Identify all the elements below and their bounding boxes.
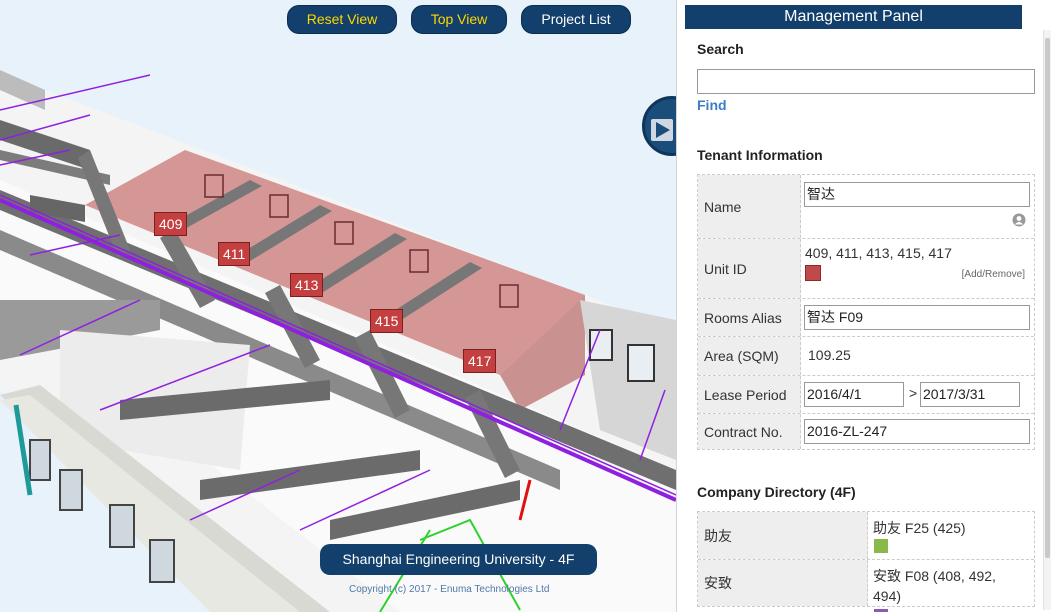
play-triangle-icon bbox=[651, 119, 673, 141]
rooms-alias-label: Rooms Alias bbox=[698, 299, 801, 336]
unit-id-list: 409, 411, 413, 415, 417 bbox=[805, 245, 952, 261]
top-view-button[interactable]: Top View bbox=[411, 5, 507, 34]
management-panel: Management Panel Search Find Tenant Info… bbox=[676, 0, 1051, 612]
company-name: 安致 bbox=[698, 560, 868, 606]
lease-period-label: Lease Period bbox=[698, 376, 801, 413]
tenant-row-lease: Lease Period 2016/4/1 > 2017/3/31 bbox=[698, 375, 1034, 413]
search-input[interactable] bbox=[697, 69, 1035, 94]
tenant-row-contract: Contract No. 2016-ZL-247 bbox=[698, 413, 1034, 449]
tenant-section-title: Tenant Information bbox=[697, 147, 823, 163]
tenant-row-area: Area (SQM) 109.25 bbox=[698, 336, 1034, 375]
room-label-415[interactable]: 415 bbox=[370, 309, 404, 333]
tenant-row-unit: Unit ID 409, 411, 413, 415, 417 [Add/Rem… bbox=[698, 238, 1034, 298]
person-icon[interactable] bbox=[1012, 213, 1026, 227]
floor-3d-viewport[interactable]: Reset View Top View Project List 409 411… bbox=[0, 0, 676, 612]
panel-scrollbar[interactable] bbox=[1043, 30, 1051, 610]
company-name: 助友 bbox=[698, 512, 868, 559]
directory-row[interactable]: 安致 安致 F08 (408, 492, 494) bbox=[698, 559, 1034, 612]
lease-end-field[interactable]: 2017/3/31 bbox=[920, 382, 1020, 407]
room-label-417[interactable]: 417 bbox=[463, 349, 497, 373]
tenant-info-table: Name 智达 Unit ID 409, 411, 413, 415, 417 … bbox=[697, 174, 1035, 450]
area-label: Area (SQM) bbox=[698, 337, 801, 375]
project-list-button[interactable]: Project List bbox=[521, 5, 631, 34]
unit-color-swatch[interactable] bbox=[805, 265, 821, 281]
unit-id-label: Unit ID bbox=[698, 239, 801, 298]
company-info: 助友 F25 (425) bbox=[873, 520, 966, 536]
panel-title: Management Panel bbox=[685, 5, 1022, 29]
room-label-411[interactable]: 411 bbox=[218, 242, 251, 266]
company-color-swatch bbox=[874, 539, 888, 553]
find-link[interactable]: Find bbox=[697, 97, 727, 113]
building-floor-model[interactable] bbox=[0, 0, 676, 612]
name-label: Name bbox=[698, 175, 801, 238]
contract-no-label: Contract No. bbox=[698, 414, 801, 449]
tenant-row-alias: Rooms Alias 智达 F09 bbox=[698, 298, 1034, 336]
company-info: 安致 F08 (408, 492, 494) bbox=[873, 568, 996, 604]
tenant-name-field[interactable]: 智达 bbox=[804, 182, 1030, 207]
scrollbar-thumb[interactable] bbox=[1045, 38, 1050, 558]
rooms-alias-field[interactable]: 智达 F09 bbox=[804, 305, 1030, 330]
company-directory-table: 助友 助友 F25 (425) 安致 安致 F08 (408, 492, 494… bbox=[697, 511, 1035, 612]
lease-start-field[interactable]: 2016/4/1 bbox=[804, 382, 904, 407]
room-label-413[interactable]: 413 bbox=[290, 273, 324, 297]
area-value: 109.25 bbox=[808, 347, 851, 363]
search-section-title: Search bbox=[697, 41, 744, 57]
add-remove-link[interactable]: [Add/Remove] bbox=[962, 269, 1025, 280]
directory-row[interactable]: 助友 助友 F25 (425) bbox=[698, 512, 1034, 559]
tenant-row-name: Name 智达 bbox=[698, 175, 1034, 238]
reset-view-button[interactable]: Reset View bbox=[287, 5, 397, 34]
floor-caption: Shanghai Engineering University - 4F bbox=[320, 544, 597, 575]
lease-separator: > bbox=[909, 385, 918, 401]
room-label-409[interactable]: 409 bbox=[154, 212, 188, 236]
contract-no-field[interactable]: 2016-ZL-247 bbox=[804, 419, 1030, 444]
directory-section-title: Company Directory (4F) bbox=[697, 484, 856, 500]
copyright-text: Copyright (c) 2017 - Enuma Technologies … bbox=[349, 584, 550, 595]
